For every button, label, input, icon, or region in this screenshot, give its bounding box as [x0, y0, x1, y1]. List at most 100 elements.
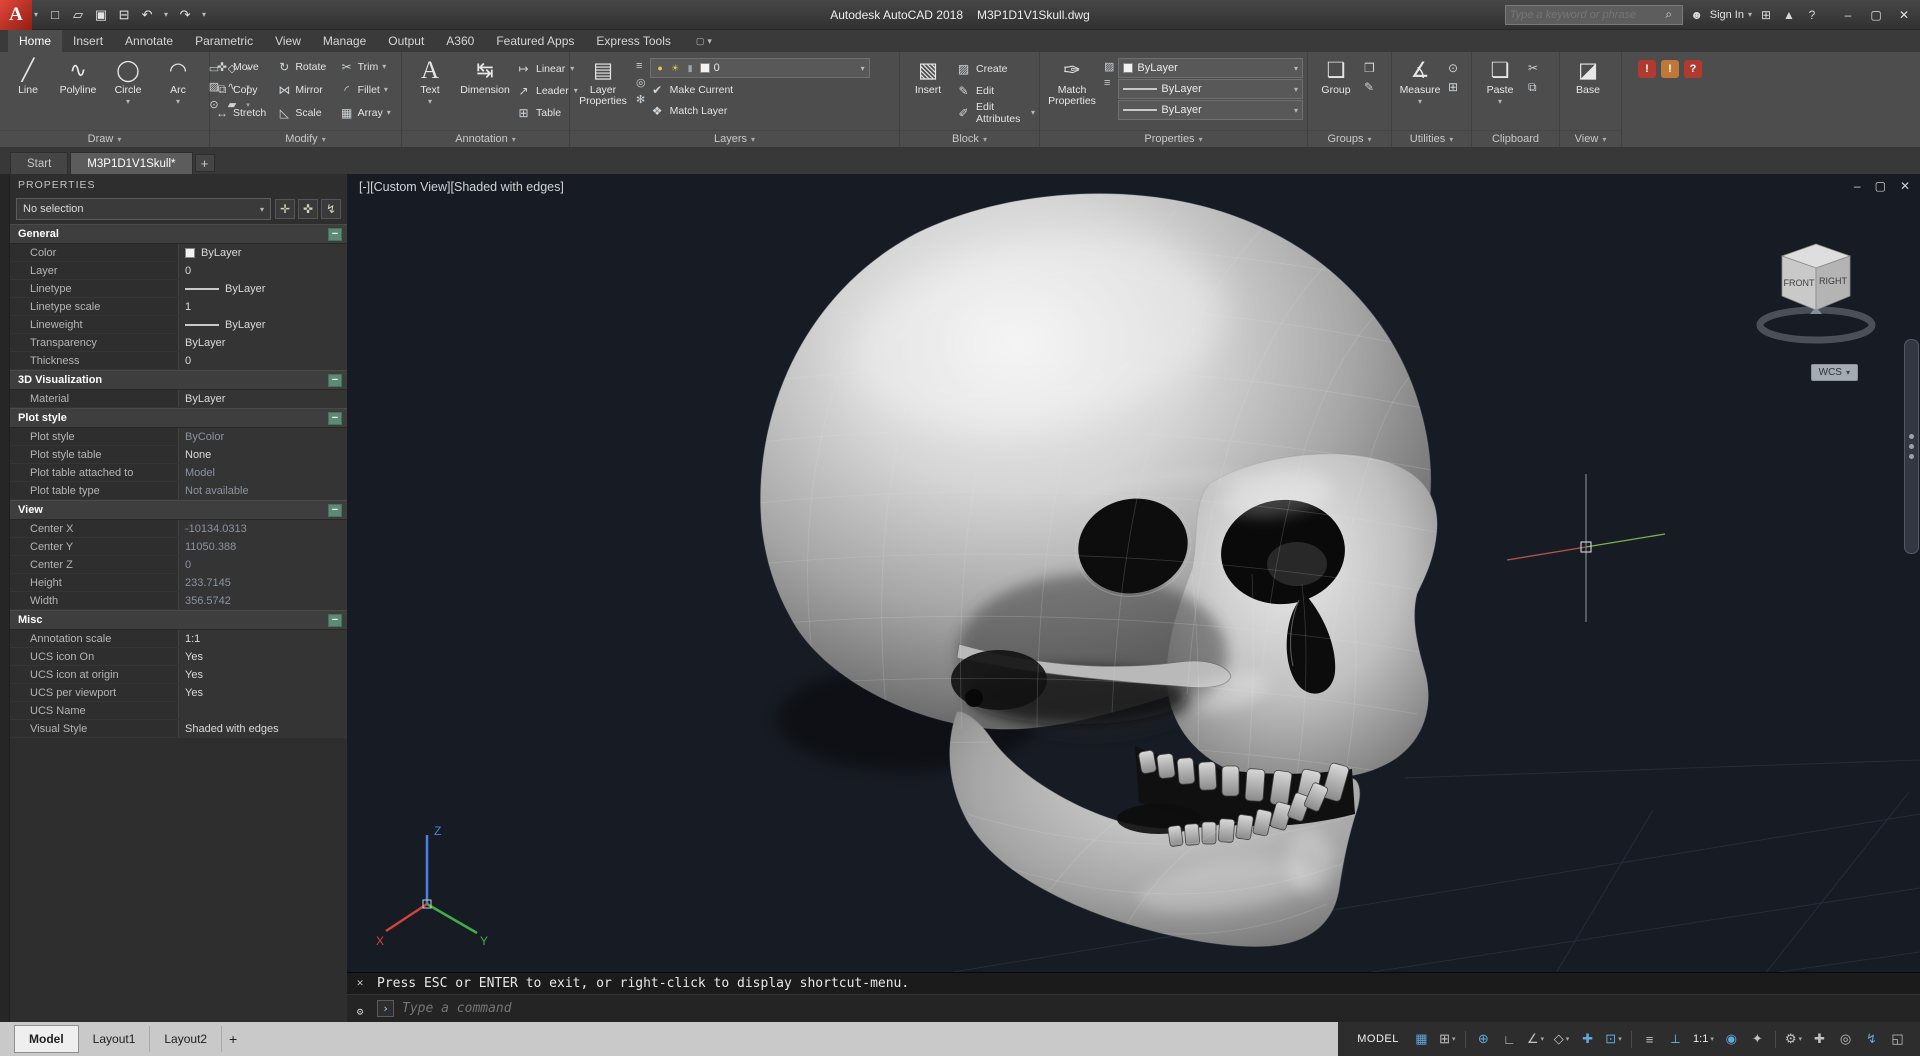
property-row-ucs-per-viewport[interactable]: UCS per viewport Yes [10, 684, 347, 702]
quick-calc-icon[interactable]: ⊞ [1448, 80, 1458, 94]
ribbon-tab-a360[interactable]: A360 [435, 30, 485, 52]
layer-isolate-icon[interactable]: ◎ [636, 76, 646, 89]
clipboard-panel-button[interactable]: Clipboard [1472, 130, 1559, 147]
cut-icon[interactable]: ✂ [1528, 61, 1538, 75]
security-warning-icon[interactable]: ! [1661, 60, 1679, 78]
scale-button[interactable]: ◺ Scale [274, 101, 336, 124]
property-row-plot-style-table[interactable]: Plot style table None [10, 446, 347, 464]
viewcube[interactable]: FRONT RIGHT [1744, 222, 1894, 350]
property-row-plot-table-type[interactable]: Plot table type Not available [10, 482, 347, 500]
plot-icon[interactable]: ⊟ [113, 4, 135, 26]
layer-freeze-icon[interactable]: ✻ [636, 93, 646, 106]
section-header-misc[interactable]: Misc − [10, 610, 347, 630]
property-row-plot-table-attached-to[interactable]: Plot table attached to Model [10, 464, 347, 482]
property-row-height[interactable]: Height 233.7145 [10, 574, 347, 592]
leader-button[interactable]: ↗ Leader ▾ [516, 80, 577, 101]
security-alert-icon[interactable]: ! [1638, 60, 1656, 78]
edit-block-button[interactable]: ✎ Edit [956, 80, 1035, 101]
collapse-section-button[interactable]: − [328, 411, 342, 425]
sign-in-button[interactable]: ☻ Sign In ▾ [1688, 8, 1752, 22]
property-row-center-x[interactable]: Center X -10134.0313 [10, 520, 347, 538]
trim-button[interactable]: ✂ Trim ▾ [337, 55, 399, 78]
property-row-plot-style[interactable]: Plot style ByColor [10, 428, 347, 446]
ribbon-tab-insert[interactable]: Insert [62, 30, 114, 52]
list-icon[interactable]: ≡ [1104, 77, 1114, 89]
section-header-3d-visualization[interactable]: 3D Visualization − [10, 370, 347, 390]
make-current-button[interactable]: ✔ Make Current [650, 79, 895, 100]
dynamic-ucs-toggle[interactable]: ⟂ [1663, 1027, 1688, 1051]
autocad-app-button[interactable]: A [0, 0, 32, 30]
alerts-icon[interactable]: ▲ [1780, 8, 1798, 22]
minimize-drawing-icon[interactable]: – [1854, 179, 1861, 193]
polyline-button[interactable]: ∿ Polyline [54, 55, 102, 130]
modify-panel-button[interactable]: Modify ▾ [210, 130, 401, 147]
clean-screen-toggle[interactable]: ◱ [1885, 1027, 1910, 1051]
property-row-ucs-icon-at-origin[interactable]: UCS icon at origin Yes [10, 666, 347, 684]
linear-button[interactable]: ↦ Linear ▾ [516, 58, 578, 79]
property-row-ucs-icon-on[interactable]: UCS icon On Yes [10, 648, 347, 666]
app-menu-caret-icon[interactable]: ▾ [34, 10, 38, 19]
move-button[interactable]: ✜ Move [212, 55, 274, 78]
new-file-icon[interactable]: □ [44, 4, 66, 26]
ribbon-tab-express-tools[interactable]: Express Tools [585, 30, 681, 52]
maximize-window-icon[interactable]: ▢ [1862, 3, 1890, 27]
file-tab-start[interactable]: Start [10, 152, 69, 174]
groups-panel-button[interactable]: Groups ▾ [1308, 130, 1391, 147]
annotation-monitor-toggle[interactable]: ✚ [1807, 1027, 1832, 1051]
close-command-line-icon[interactable]: ✕ [357, 976, 364, 989]
section-header-general[interactable]: General − [10, 224, 347, 244]
viewcube-right-face[interactable]: RIGHT [1819, 276, 1848, 286]
save-icon[interactable]: ▣ [90, 4, 112, 26]
annotation-visibility-toggle[interactable]: ◉ [1719, 1027, 1744, 1051]
paste-button[interactable]: ❏ Paste ▾ [1476, 55, 1524, 130]
block-panel-button[interactable]: Block ▾ [900, 130, 1039, 147]
collapse-section-button[interactable]: − [328, 613, 342, 627]
layers-panel-button[interactable]: Layers ▾ [570, 130, 899, 147]
ribbon-options-button[interactable]: ▢ ▾ [688, 30, 720, 52]
collapse-section-button[interactable]: − [328, 503, 342, 517]
dynamic-input-toggle[interactable]: ⊕ [1471, 1027, 1496, 1051]
bylayer-dropdown-2[interactable]: ByLayer ▾ [1118, 100, 1303, 120]
annotation-panel-button[interactable]: Annotation ▾ [402, 130, 569, 147]
quick-select-button[interactable]: ↯ [321, 199, 341, 219]
navigation-bar[interactable] [1904, 339, 1919, 554]
property-row-lineweight[interactable]: Lineweight ByLayer [10, 316, 347, 334]
property-row-center-y[interactable]: Center Y 11050.388 [10, 538, 347, 556]
property-row-annotation-scale[interactable]: Annotation scale 1:1 [10, 630, 347, 648]
grid-display-toggle[interactable]: ▦ [1409, 1027, 1434, 1051]
object-snap-toggle[interactable]: ⊡ ▾ [1601, 1027, 1626, 1051]
search-icon[interactable]: ⌕ [1660, 7, 1678, 22]
property-row-thickness[interactable]: Thickness 0 [10, 352, 347, 370]
property-row-linetype-scale[interactable]: Linetype scale 1 [10, 298, 347, 316]
property-row-center-z[interactable]: Center Z 0 [10, 556, 347, 574]
wcs-dropdown[interactable]: WCS ▾ [1810, 364, 1858, 381]
command-input[interactable] [402, 1001, 1920, 1016]
mirror-button[interactable]: ⋈ Mirror [274, 78, 336, 101]
undo-caret-icon[interactable]: ▾ [159, 4, 173, 26]
restore-drawing-icon[interactable]: ▢ [1875, 179, 1886, 193]
isolate-objects-button[interactable]: ◎ [1833, 1027, 1858, 1051]
create-block-button[interactable]: ▨ Create [956, 58, 1035, 79]
copy-clip-icon[interactable]: ⧉ [1528, 80, 1538, 95]
base-view-button[interactable]: ◪ Base [1564, 55, 1612, 130]
object-color-icon[interactable]: ▨ [1104, 60, 1114, 73]
text-button[interactable]: A Text ▾ [406, 55, 454, 130]
stretch-button[interactable]: ↔ Stretch [212, 101, 274, 124]
ribbon-tab-featured-apps[interactable]: Featured Apps [485, 30, 585, 52]
rotate-button[interactable]: ↻ Rotate [274, 55, 336, 78]
insert-block-button[interactable]: ▧ Insert [904, 55, 952, 130]
utilities-panel-button[interactable]: Utilities ▾ [1392, 130, 1471, 147]
ribbon-tab-parametric[interactable]: Parametric [184, 30, 264, 52]
collapse-section-button[interactable]: − [328, 227, 342, 241]
viewport-minimize-control[interactable]: - [359, 180, 370, 194]
layer-properties-button[interactable]: ▤ Layer Properties [574, 55, 632, 130]
property-row-ucs-name[interactable]: UCS Name [10, 702, 347, 720]
file-tab-m3p1d1v1skull[interactable]: M3P1D1V1Skull* [70, 152, 193, 174]
measure-button[interactable]: ∡ Measure ▾ [1396, 55, 1444, 130]
model-space-button[interactable]: MODEL [1348, 1027, 1408, 1051]
ungroup-icon[interactable]: ❒ [1364, 61, 1375, 75]
collapse-section-button[interactable]: − [328, 373, 342, 387]
redo-icon[interactable]: ↷ [174, 4, 196, 26]
ortho-mode-toggle[interactable]: ∟ [1497, 1027, 1522, 1051]
lineweight-display-toggle[interactable]: ≡ [1637, 1027, 1662, 1051]
